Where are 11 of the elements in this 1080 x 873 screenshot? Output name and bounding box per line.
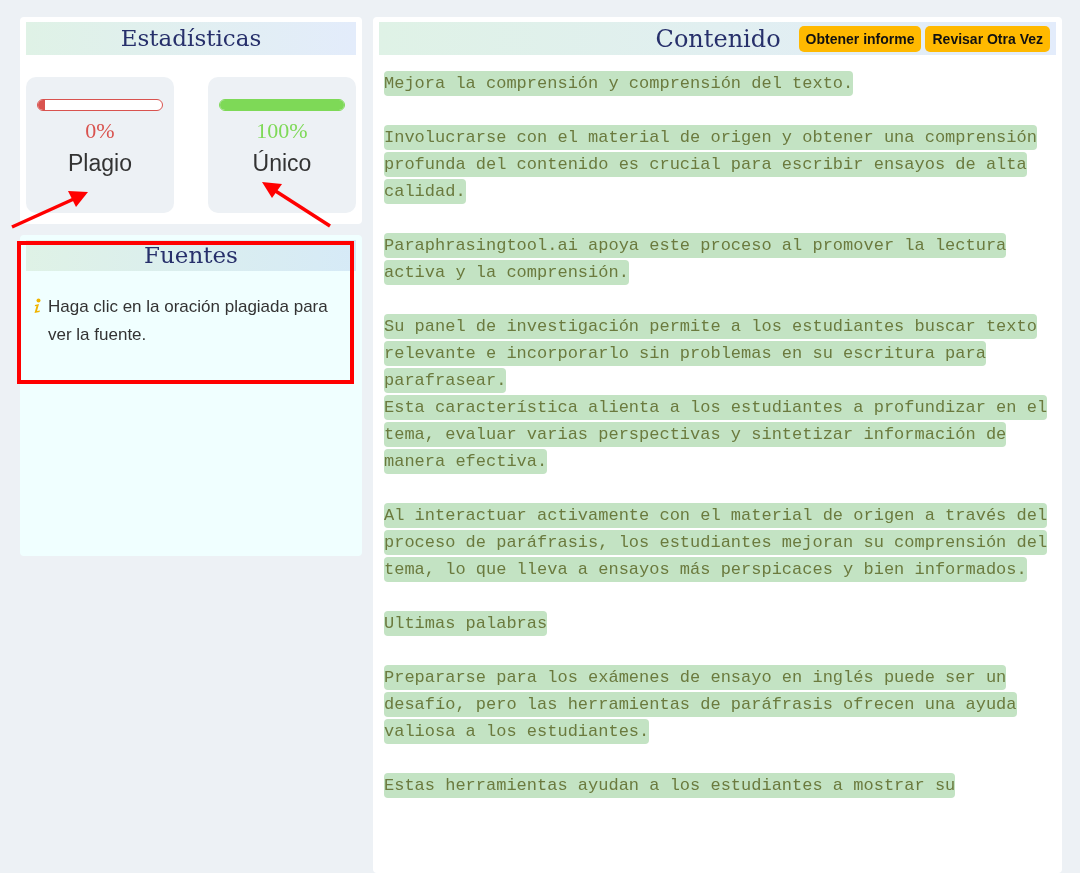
action-button[interactable]: Obtener informe — [798, 25, 922, 52]
action-button[interactable]: Revisar Otra Vez — [925, 25, 1050, 52]
hint-text: Haga clic en la oración plagiada para ver la fuente. — [48, 296, 329, 346]
stats-title: Estadísticas — [26, 22, 356, 55]
stat-value: 100% — [256, 118, 308, 144]
info-icon — [32, 298, 42, 314]
stat-label: Plagio — [68, 150, 132, 177]
content-title: Contenido — [655, 24, 781, 53]
stat-label: Único — [252, 150, 312, 177]
stat-value: 0% — [85, 118, 115, 144]
annotation-arrow — [260, 180, 332, 228]
